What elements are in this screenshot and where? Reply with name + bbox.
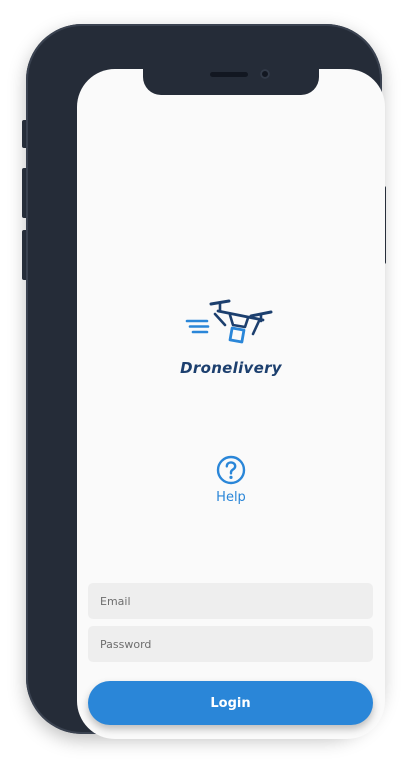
help-label: Help	[216, 490, 246, 505]
help-button[interactable]: Help	[201, 455, 261, 515]
app-name: Dronelivery	[180, 359, 282, 377]
password-field[interactable]	[88, 626, 373, 662]
login-button[interactable]: Login	[88, 681, 373, 725]
app-screen: Dronelivery Help Login	[77, 69, 385, 739]
drone-delivery-icon	[185, 299, 273, 344]
question-circle-icon	[216, 455, 246, 485]
device-mockup: Dronelivery Help Login	[0, 0, 409, 759]
notch	[143, 69, 319, 95]
speaker-grille	[210, 72, 248, 77]
phone-frame: Dronelivery Help Login	[26, 24, 385, 739]
front-camera	[260, 69, 270, 79]
email-field[interactable]	[88, 583, 373, 619]
